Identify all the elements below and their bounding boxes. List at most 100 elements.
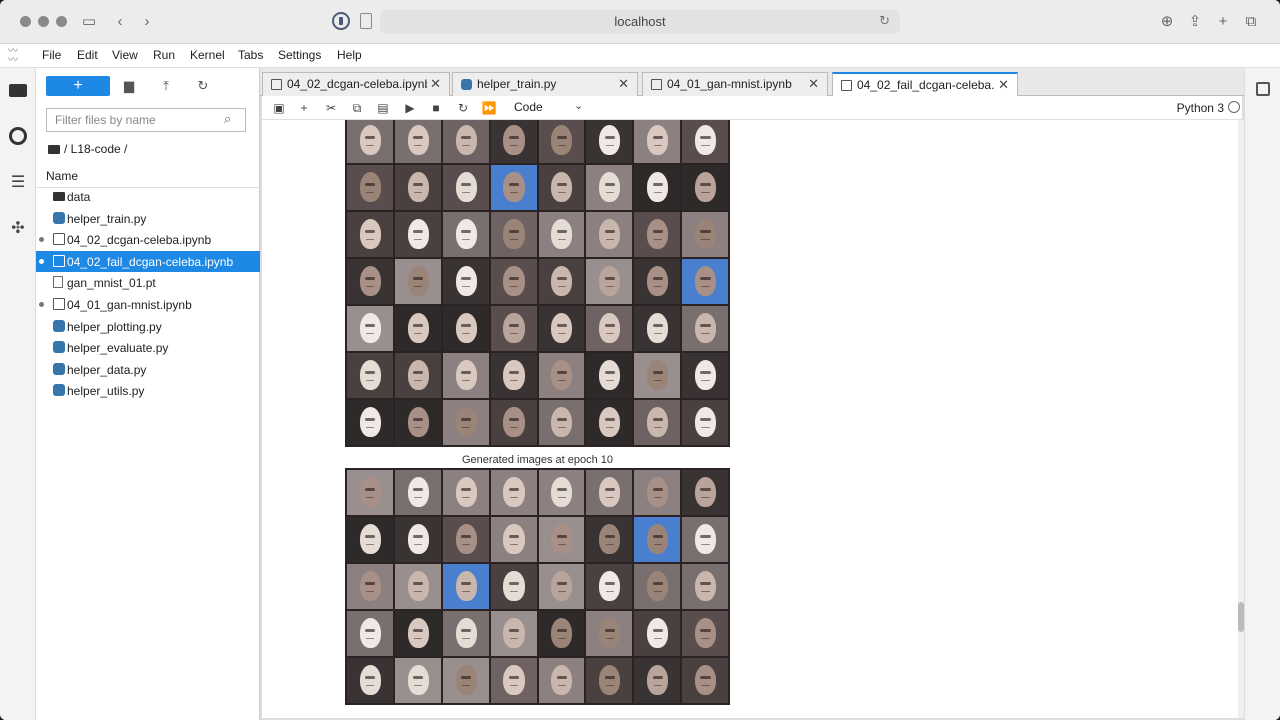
forward-icon[interactable]: › [137,12,157,32]
file-name: helper_evaluate.py [67,341,169,356]
file-row[interactable]: helper_plotting.py [36,316,260,338]
close-window-button[interactable] [20,16,31,27]
running-sessions-icon[interactable] [9,127,27,145]
new-folder-icon[interactable]: ▆ [120,77,138,95]
menu-run[interactable]: Run [153,48,175,62]
generated-face-image [586,306,633,351]
generated-face-image [538,259,585,304]
cell-type-select[interactable]: Code [514,100,543,114]
generated-face-image [586,517,633,562]
close-icon[interactable]: ✕ [430,76,441,92]
generated-face-image [586,165,633,210]
generated-face-image [442,470,489,515]
document-tab[interactable]: 04_01_gan-mnist.ipynb ✕ [642,72,828,96]
property-inspector-icon[interactable] [1256,82,1270,96]
upload-icon[interactable]: ⤒ [157,77,175,95]
chevron-down-icon[interactable]: ⌄ [574,99,583,112]
generated-face-image [394,120,441,163]
generated-face-image [394,259,441,304]
close-icon[interactable]: ✕ [998,77,1009,93]
document-tab[interactable]: 04_02_dcgan-celeba.ipynb ✕ [262,72,450,96]
cut-icon[interactable]: ✂ [322,99,340,117]
generated-face-image [394,611,441,656]
sidebar-toggle-icon[interactable]: ▭ [79,12,99,32]
generated-face-image [538,353,585,398]
file-row[interactable]: helper_utils.py [36,380,260,402]
menu-file[interactable]: File [42,48,61,62]
share-icon[interactable]: ⇪ [1185,12,1205,32]
table-of-contents-icon[interactable]: ☰ [9,174,27,192]
generated-face-image [490,564,537,609]
tab-overview-icon[interactable]: ⧉ [1241,12,1261,32]
menu-settings[interactable]: Settings [278,48,321,62]
run-all-icon[interactable]: ⏩ [480,99,498,117]
file-filter-input[interactable] [46,108,246,132]
menu-tabs[interactable]: Tabs [238,48,263,62]
back-icon[interactable]: ‹ [110,12,130,32]
menu-view[interactable]: View [112,48,138,62]
menu-kernel[interactable]: Kernel [190,48,225,62]
file-row[interactable]: 04_02_dcgan-celeba.ipynb [36,229,260,251]
home-folder-icon[interactable] [48,145,60,154]
file-row[interactable]: helper_train.py [36,208,260,230]
generated-face-image [394,306,441,351]
notebook-content[interactable]: Generated images at epoch 10 [262,120,1238,718]
address-bar[interactable]: localhost ↻ [332,10,900,34]
file-row[interactable]: 04_01_gan-mnist.ipynb [36,294,260,316]
file-row[interactable]: 04_02_fail_dcgan-celeba.ipynb [36,250,260,273]
file-row[interactable]: data [36,186,260,208]
generated-face-image [347,611,393,656]
python-file-icon [53,319,65,332]
extensions-icon[interactable]: ✣ [9,220,27,238]
generated-face-image [634,658,681,703]
insert-cell-icon[interactable]: + [295,99,313,117]
generated-face-image [538,306,585,351]
file-name: data [67,190,91,204]
file-row[interactable]: helper_data.py [36,359,260,381]
generated-face-image [682,470,728,515]
generated-face-image [490,400,537,445]
paste-icon[interactable]: ▤ [374,99,392,117]
download-icon[interactable]: ⊕ [1157,12,1177,32]
run-icon[interactable]: ▶ [401,99,419,117]
zoom-window-button[interactable] [56,16,67,27]
restart-icon[interactable]: ↻ [454,99,472,117]
stop-icon[interactable]: ■ [427,99,445,117]
generated-face-image [442,212,489,257]
file-name: gan_mnist_01.pt [67,276,156,291]
tab-label: 04_02_fail_dcgan-celeba.ip [857,78,995,92]
close-icon[interactable]: ✕ [618,76,629,92]
file-row[interactable]: helper_evaluate.py [36,337,260,359]
reload-icon[interactable]: ↻ [879,13,890,29]
refresh-icon[interactable]: ↻ [194,77,212,95]
generated-face-image [394,658,441,703]
new-launcher-button[interactable]: + [46,76,110,96]
breadcrumb[interactable]: / L18-code / [48,142,127,156]
menu-help[interactable]: Help [337,48,362,62]
menu-bar: 〰〰 File Edit View Run Kernel Tabs Settin… [0,44,1280,68]
save-icon[interactable]: ▣ [270,99,288,117]
generated-face-image [490,353,537,398]
new-tab-icon[interactable]: + [1213,12,1233,32]
close-icon[interactable]: ✕ [808,76,819,92]
file-list-header[interactable]: Name [36,166,260,188]
file-row[interactable]: gan_mnist_01.pt [36,272,260,294]
running-indicator-icon [39,237,44,243]
name-column-header[interactable]: Name [46,169,78,183]
document-tab[interactable]: 04_02_fail_dcgan-celeba.ip ✕ [832,72,1018,97]
file-name: helper_utils.py [67,384,145,399]
file-browser-icon[interactable] [9,84,27,97]
generated-face-image [442,564,489,609]
generated-face-image [634,353,681,398]
page-settings-icon[interactable] [360,13,372,29]
kernel-name[interactable]: Python 3 [1177,101,1224,115]
file-name: 04_02_fail_dcgan-celeba.ipynb [67,254,234,269]
jupyter-logo-icon: 〰〰 [8,46,18,66]
privacy-shield-icon[interactable] [332,12,350,30]
left-activity-bar: ☰ ✣ [0,68,36,720]
copy-icon[interactable]: ⧉ [348,99,366,117]
document-tab[interactable]: helper_train.py ✕ [452,72,638,96]
menu-edit[interactable]: Edit [77,48,98,62]
minimize-window-button[interactable] [38,16,49,27]
breadcrumb-path[interactable]: / L18-code / [64,142,127,156]
